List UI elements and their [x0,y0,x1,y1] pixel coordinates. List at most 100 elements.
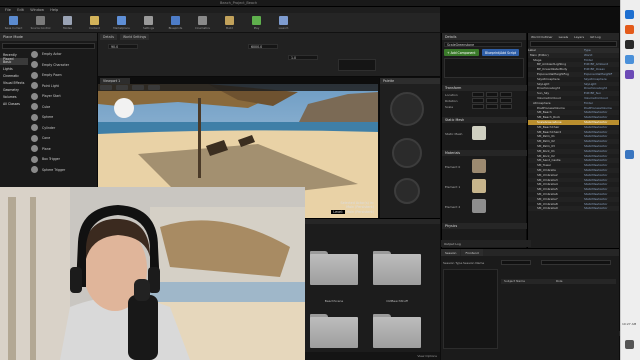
transform-section[interactable]: Transform [442,85,527,91]
value-field-3[interactable]: 1.0 [288,55,318,60]
toolbar-source-control-button[interactable]: Source Control [27,13,54,33]
category-all-classes[interactable]: All Classes [0,100,28,107]
toolbar-cinematics-button[interactable]: Cinematics [189,13,216,33]
toolbar-build-button[interactable]: Build [216,13,243,33]
explorer-icon[interactable] [625,55,634,64]
blueprint-script-button[interactable]: Blueprint/Add Script [482,49,520,56]
windows-icon[interactable] [625,10,634,19]
place-item-label: Cube [42,104,51,109]
view-options-button[interactable]: View Options [417,354,437,358]
material-thumb-0[interactable] [472,159,486,173]
place-item-cube[interactable]: Cube [29,102,97,112]
color-wheel[interactable] [390,92,424,126]
webcam-feed [0,187,305,360]
category-volumes[interactable]: Volumes [0,93,28,100]
show-button[interactable] [148,85,160,90]
toolbar-content-button[interactable]: Content [81,13,108,33]
output-log-tab[interactable]: Output Log [441,240,531,247]
material-thumb-2[interactable] [472,199,486,213]
content-toolbar [305,219,440,224]
scale-z[interactable] [500,104,512,109]
viewport-options-button[interactable] [100,85,112,90]
alpha-wheel[interactable] [394,178,420,204]
place-item-sphere[interactable]: Sphere [29,112,97,122]
toolbar-settings-button[interactable]: Settings [135,13,162,33]
rotation-y[interactable] [486,98,498,103]
tab-frontend[interactable]: Frontend [461,249,483,256]
outliner-tab-layers[interactable]: Layers [571,33,587,40]
perspective-button[interactable] [116,85,128,90]
category-basic[interactable]: Basic [0,58,28,65]
tab-world-settings[interactable]: World Settings [120,34,150,40]
palette-title: Palette [380,78,440,84]
unreal-icon[interactable] [625,40,634,49]
folder-3[interactable] [310,314,358,348]
value-field-2[interactable]: 6000.0 [248,44,278,49]
toolbar-marketplace-button[interactable]: Marketplace [108,13,135,33]
place-item-cone[interactable]: Cone [29,133,97,143]
notification-icon[interactable] [625,340,634,349]
session-filter-input[interactable] [501,260,531,265]
outliner-tab-git-log[interactable]: Git Log [587,33,604,40]
role-column[interactable]: Role [556,279,562,283]
rotation-x[interactable] [472,98,484,103]
toolbar-play-button[interactable]: Play [243,13,270,33]
place-item-player-start[interactable]: Player Start [29,91,97,101]
firefox-icon[interactable] [625,25,634,34]
actor-name-field[interactable]: ScaleGreenstone [444,42,522,47]
chat-icon[interactable] [625,150,634,159]
folder-oldbeachstuff[interactable] [373,251,421,285]
actor-icon [31,134,38,142]
category-visual-effects[interactable]: Visual Effects [0,79,28,86]
value-field-1[interactable]: 90.0 [108,44,138,49]
toolbar-blueprints-button[interactable]: Blueprints [162,13,189,33]
category-cinematic[interactable]: Cinematic [0,72,28,79]
location-y[interactable] [486,92,498,97]
outliner-tab-world-outliner[interactable]: World Outliner [528,33,556,40]
session-search-input[interactable] [541,260,611,265]
location-x[interactable] [472,92,484,97]
subject-name-column[interactable]: Subject Name [504,279,525,283]
place-item-plane[interactable]: Plane [29,144,97,154]
toolbar-modes-button[interactable]: Modes [54,13,81,33]
actor-icon [31,113,38,121]
value-wheel[interactable] [392,138,422,168]
modes-icon [63,16,72,25]
category-lights[interactable]: Lights [0,65,28,72]
tab-session[interactable]: Session [441,249,461,256]
place-item-empty-character[interactable]: Empty Character [29,60,97,70]
toolbar-save-button[interactable]: Save Current [0,13,27,33]
toolbar-label: Modes [63,26,72,30]
static-mesh-section[interactable]: Static Mesh [442,117,527,123]
lit-button[interactable] [132,85,144,90]
place-item-sphere-trigger[interactable]: Sphere Trigger [29,165,97,175]
place-item-point-light[interactable]: Point Light [29,81,97,91]
place-item-box-trigger[interactable]: Box Trigger [29,154,97,164]
session-name-label: Session Name [463,261,485,265]
category-geometry[interactable]: Geometry [0,86,28,93]
component-tree[interactable] [444,58,524,78]
tab-details[interactable]: Details [100,34,118,40]
place-item-empty-pawn[interactable]: Empty Pawn [29,70,97,80]
scale-x[interactable] [472,104,484,109]
folder-4[interactable] [373,314,421,348]
outliner-search[interactable] [530,41,617,47]
session-list[interactable] [443,269,498,349]
outliner-row[interactable]: SM_Umbrella9 StaticMeshActor [528,206,619,212]
location-z[interactable] [500,92,512,97]
mesh-thumbnail[interactable] [472,126,486,140]
property-box[interactable] [338,59,376,71]
physics-section[interactable]: Physics [442,223,527,229]
place-item-cylinder[interactable]: Cylinder [29,123,97,133]
toolbar-launch-button[interactable]: Launch [270,13,297,33]
scale-y[interactable] [486,104,498,109]
app-icon[interactable] [625,70,634,79]
folder-beachscene[interactable] [310,251,358,285]
materials-section[interactable]: Materials [442,150,527,156]
category-recently-placed[interactable]: Recently Placed [0,51,28,61]
rotation-z[interactable] [500,98,512,103]
outliner-tab-levels[interactable]: Levels [556,33,571,40]
add-component-button[interactable]: + Add Component [444,49,479,56]
place-item-empty-actor[interactable]: Empty Actor [29,49,97,59]
material-thumb-1[interactable] [472,179,486,193]
